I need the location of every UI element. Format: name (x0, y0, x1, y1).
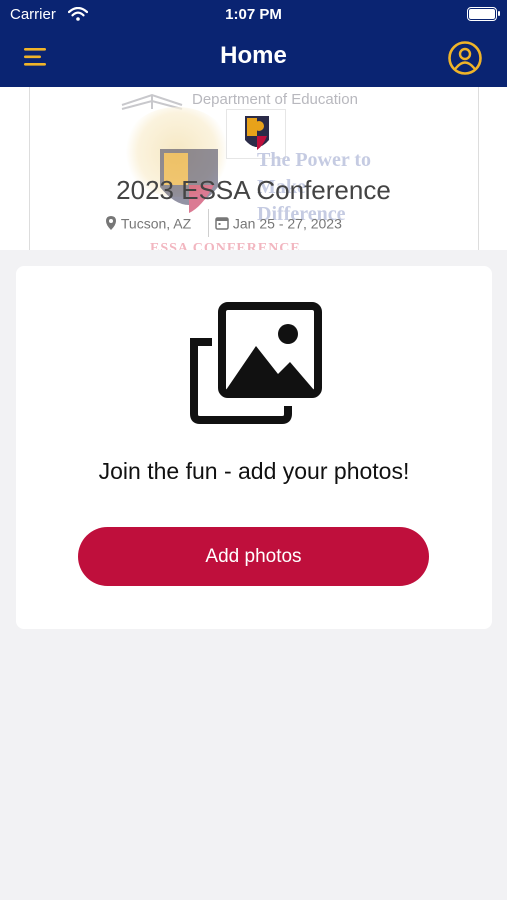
add-photos-card: Join the fun - add your photos! Add phot… (16, 266, 492, 629)
event-title: 2023 ESSA Conference (116, 175, 391, 205)
meta-divider (208, 209, 209, 237)
event-location: Tucson, AZ (105, 214, 191, 231)
event-banner: Department of Education The Power to Mak… (0, 87, 507, 250)
user-circle-icon[interactable] (447, 40, 483, 76)
status-time: 1:07 PM (225, 6, 282, 23)
battery-icon (467, 7, 500, 21)
calendar-icon (215, 217, 229, 231)
department-text: Department of Education (192, 91, 358, 108)
page-title: Home (220, 42, 287, 69)
essa-watermark: ESSA CONFERENCE (150, 241, 301, 250)
add-photos-button[interactable]: Add photos (78, 527, 429, 586)
add-photos-message: Join the fun - add your photos! (98, 458, 410, 484)
location-pin-icon (106, 216, 116, 231)
event-dates: Jan 25 - 27, 2023 (215, 214, 342, 231)
top-navigation-bar: Carrier 1:07 PM Home (0, 0, 507, 87)
photo-gallery-icon (190, 302, 322, 424)
